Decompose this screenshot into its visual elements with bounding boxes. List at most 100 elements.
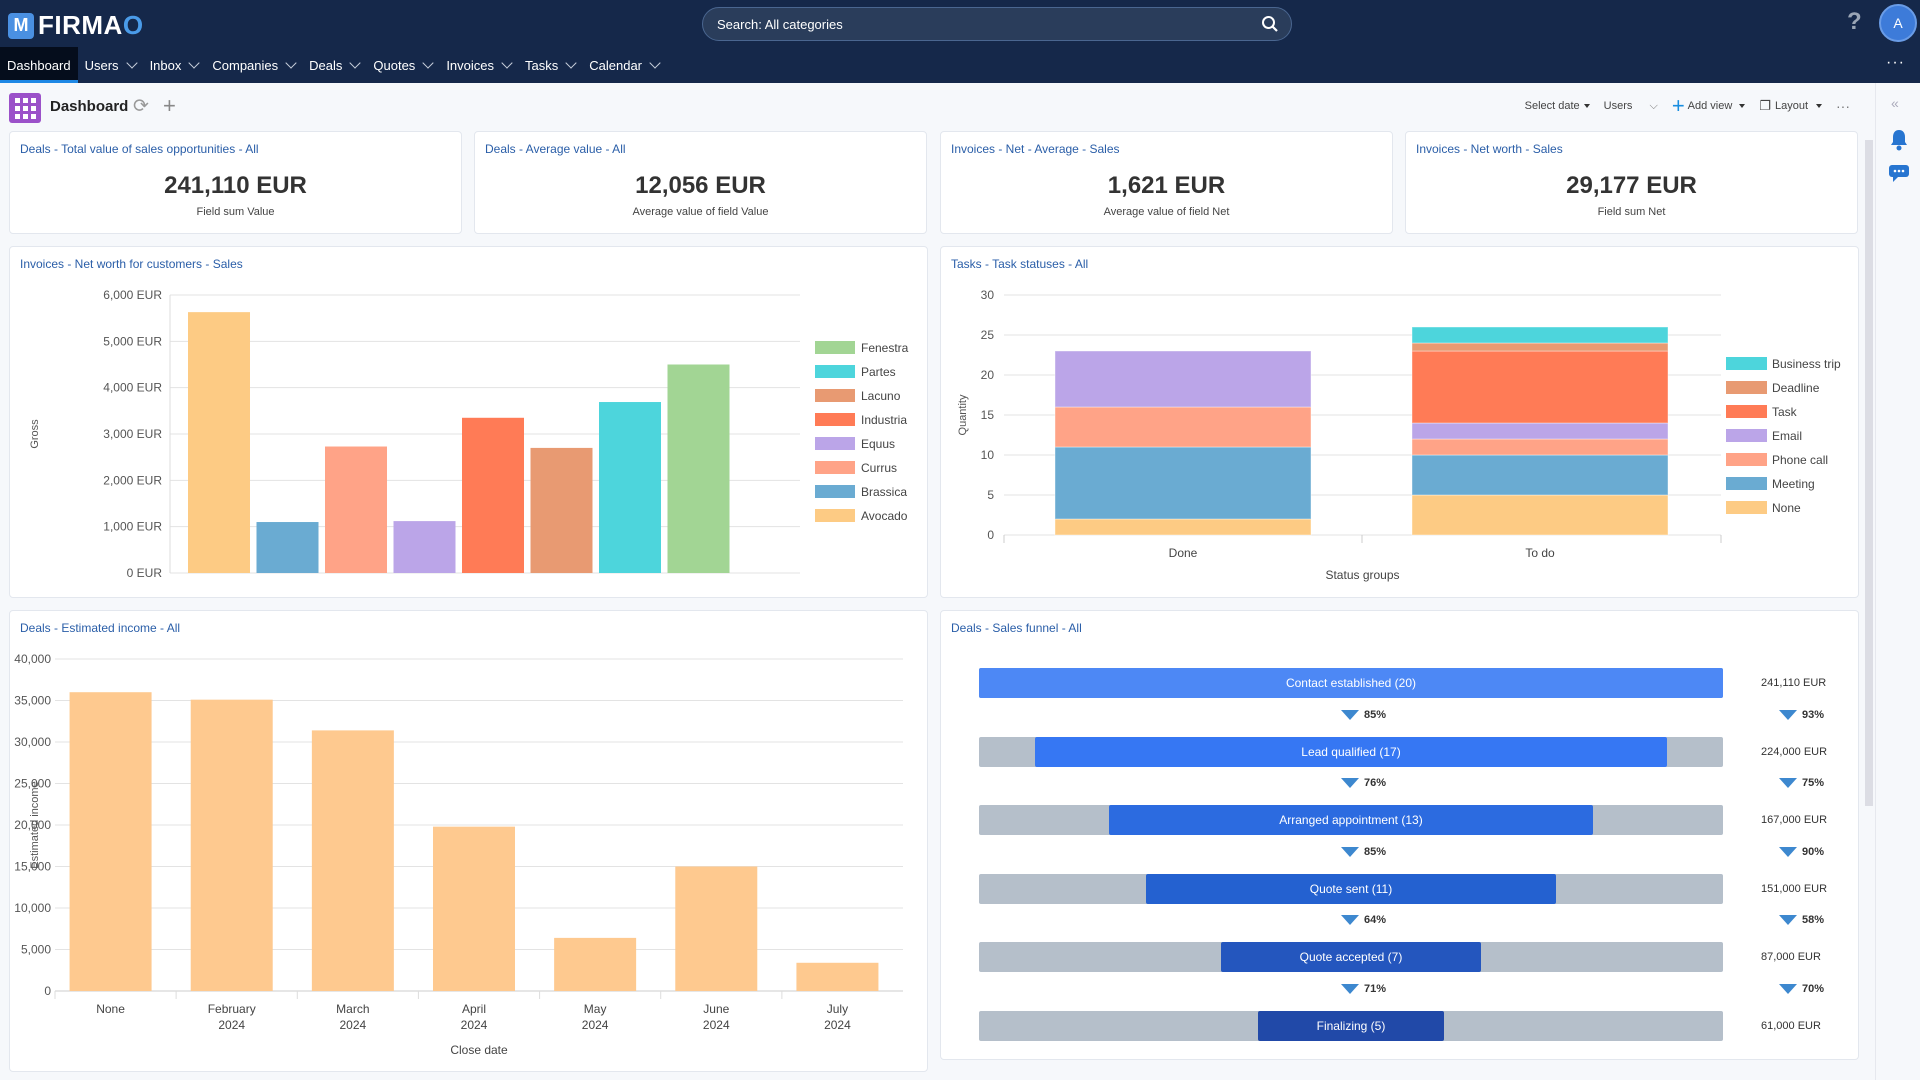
- bar-segment-task[interactable]: [1411, 350, 1669, 424]
- legend-label[interactable]: Phone call: [1772, 453, 1828, 467]
- nav-item-users[interactable]: Users: [78, 47, 143, 83]
- nav-label: Dashboard: [7, 57, 71, 73]
- kpi-title[interactable]: Deals - Average value - All: [485, 142, 626, 156]
- funnel-conversion-value: 75%: [1779, 777, 1824, 789]
- bar-segment-meeting[interactable]: [1411, 454, 1669, 496]
- bar-segment-phone-call[interactable]: [1054, 406, 1312, 448]
- legend-label[interactable]: Currus: [861, 461, 897, 475]
- bar-june[interactable]: [675, 866, 758, 992]
- bar-may[interactable]: [554, 937, 637, 991]
- legend-swatch: [815, 509, 855, 522]
- legend-label[interactable]: Industria: [861, 413, 907, 427]
- bar-brassica[interactable]: [256, 522, 319, 573]
- legend-label[interactable]: Equus: [861, 437, 895, 451]
- nav-label: Inbox: [149, 57, 182, 73]
- users-select[interactable]: Users ⌵: [1604, 100, 1658, 113]
- bar-segment-meeting[interactable]: [1054, 446, 1312, 520]
- bar-segment-deadline[interactable]: [1411, 342, 1669, 352]
- nav-item-tasks[interactable]: Tasks: [518, 47, 582, 83]
- legend-label[interactable]: Lacuno: [861, 389, 901, 403]
- legend-swatch: [815, 413, 855, 426]
- bar-equus[interactable]: [393, 521, 456, 573]
- funnel-stage[interactable]: Quote sent (11): [979, 873, 1723, 904]
- y-tick-label: 3,000 EUR: [103, 427, 162, 441]
- bar-none[interactable]: [69, 692, 152, 991]
- legend-label[interactable]: Brassica: [861, 485, 907, 499]
- bell-icon[interactable]: [1888, 128, 1910, 152]
- logo[interactable]: M FIRMAO: [8, 10, 144, 41]
- funnel-bar[interactable]: Finalizing (5): [1258, 1010, 1444, 1041]
- legend-label[interactable]: Meeting: [1772, 477, 1815, 491]
- funnel-bar[interactable]: Quote accepted (7): [1220, 942, 1482, 972]
- top-bar: M FIRMAO Search: All categories ? A Dash…: [0, 0, 1920, 83]
- bar-segment-none[interactable]: [1411, 494, 1669, 536]
- search-icon[interactable]: [1261, 15, 1279, 33]
- funnel-bar[interactable]: Arranged appointment (13): [1109, 805, 1593, 835]
- bar-segment-email[interactable]: [1054, 350, 1312, 408]
- toolbar-more-icon[interactable]: ···: [1836, 98, 1850, 114]
- bar-segment-email[interactable]: [1411, 422, 1669, 440]
- legend-label[interactable]: Business trip: [1772, 357, 1841, 371]
- legend-label[interactable]: Task: [1772, 405, 1798, 419]
- funnel-stage[interactable]: Finalizing (5): [979, 1010, 1723, 1041]
- bar-lacuno[interactable]: [530, 447, 593, 573]
- kpi-title[interactable]: Invoices - Net - Average - Sales: [951, 142, 1120, 156]
- bar-avocado[interactable]: [188, 312, 250, 573]
- nav-item-companies[interactable]: Companies: [205, 47, 302, 83]
- select-date-dropdown[interactable]: Select date: [1525, 100, 1590, 112]
- layout-button[interactable]: ❐ Layout: [1759, 98, 1822, 114]
- scrollbar[interactable]: [1865, 140, 1873, 806]
- dashboard-grid-icon[interactable]: [9, 93, 41, 123]
- legend-label[interactable]: Partes: [861, 365, 896, 379]
- nav-item-dashboard[interactable]: Dashboard: [0, 47, 78, 83]
- nav-label: Users: [84, 57, 119, 73]
- collapse-icon[interactable]: «: [1891, 95, 1899, 111]
- bar-february[interactable]: [190, 699, 273, 991]
- funnel-stage[interactable]: Contact established (20): [979, 668, 1723, 698]
- funnel-stage[interactable]: Lead qualified (17): [979, 736, 1723, 767]
- y-tick-label: 5: [987, 488, 994, 502]
- x-tick-label-year: 2024: [340, 1018, 367, 1032]
- nav-item-deals[interactable]: Deals: [302, 47, 366, 83]
- x-tick-label: May: [584, 1002, 607, 1016]
- add-tab-icon[interactable]: +: [163, 93, 176, 119]
- kpi-title[interactable]: Deals - Total value of sales opportuniti…: [20, 142, 259, 156]
- nav-item-invoices[interactable]: Invoices: [439, 47, 518, 83]
- bar-july[interactable]: [796, 962, 879, 991]
- funnel-value: 87,000 EUR: [1761, 951, 1821, 963]
- chart-title[interactable]: Deals - Sales funnel - All: [951, 621, 1082, 635]
- legend-label[interactable]: None: [1772, 501, 1801, 515]
- bar-march[interactable]: [311, 730, 394, 991]
- bar-industria[interactable]: [462, 417, 524, 573]
- estimated-income-chart: 05,00010,00015,00020,00025,00030,00035,0…: [14, 652, 903, 1057]
- bar-segment-none[interactable]: [1054, 518, 1312, 536]
- add-view-button[interactable]: + Add view: [1672, 95, 1746, 117]
- bar-fenestra[interactable]: [667, 364, 730, 574]
- nav-item-quotes[interactable]: Quotes: [366, 47, 439, 83]
- kpi-title[interactable]: Invoices - Net worth - Sales: [1416, 142, 1563, 156]
- legend-label[interactable]: Deadline: [1772, 381, 1820, 395]
- legend-label[interactable]: Fenestra: [861, 341, 909, 355]
- bar-segment-phone-call[interactable]: [1411, 438, 1669, 456]
- funnel-stage[interactable]: Quote accepted (7): [979, 942, 1723, 972]
- legend-swatch: [1726, 477, 1767, 490]
- legend-label[interactable]: Email: [1772, 429, 1802, 443]
- refresh-icon[interactable]: ⟳: [133, 95, 149, 118]
- nav-item-calendar[interactable]: Calendar: [582, 47, 666, 83]
- chat-icon[interactable]: [1888, 163, 1910, 185]
- funnel-stage[interactable]: Arranged appointment (13): [979, 805, 1723, 835]
- nav-item-inbox[interactable]: Inbox: [143, 47, 206, 83]
- bar-segment-business-trip[interactable]: [1411, 326, 1669, 344]
- funnel-bar[interactable]: Contact established (20): [979, 668, 1723, 698]
- funnel-bar[interactable]: Quote sent (11): [1146, 873, 1556, 904]
- bar-april[interactable]: [433, 826, 515, 991]
- logo-text: FIRMAO: [38, 10, 144, 40]
- bar-partes[interactable]: [599, 402, 661, 573]
- bar-currus[interactable]: [325, 446, 387, 573]
- help-icon[interactable]: ?: [1847, 8, 1862, 36]
- nav-more-icon[interactable]: ···: [1886, 54, 1905, 72]
- legend-label[interactable]: Avocado: [861, 509, 908, 523]
- funnel-bar[interactable]: Lead qualified (17): [1034, 736, 1668, 767]
- avatar[interactable]: A: [1879, 4, 1917, 42]
- search-input[interactable]: Search: All categories: [702, 7, 1292, 41]
